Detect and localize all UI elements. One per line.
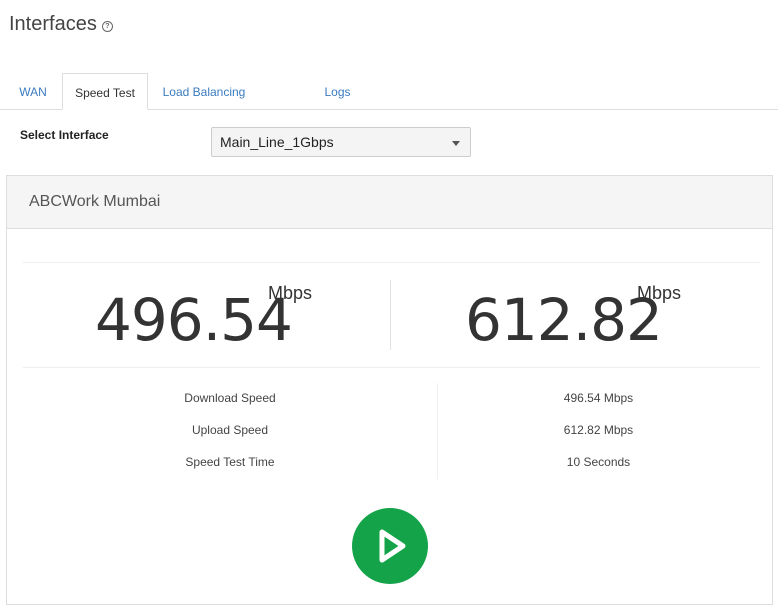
download-speed-display: 496.54 Mbps xyxy=(23,263,390,367)
table-row: Upload Speed 612.82 Mbps xyxy=(23,415,760,447)
tab-load-balancing[interactable]: Load Balancing xyxy=(152,73,256,109)
start-speed-test-button[interactable] xyxy=(352,508,428,584)
page-header: Interfaces ? xyxy=(9,13,113,36)
tab-bar: WAN Speed Test Load Balancing Logs xyxy=(0,73,778,110)
speed-summary: 496.54 Mbps 612.82 Mbps xyxy=(23,262,760,368)
download-speed-unit: Mbps xyxy=(268,283,313,303)
download-speed-value: 496.54 xyxy=(95,286,293,354)
select-interface-label: Select Interface xyxy=(20,128,109,142)
stat-label: Download Speed xyxy=(184,391,276,405)
upload-speed-value: 612.82 xyxy=(465,286,663,354)
speed-test-panel: ABCWork Mumbai 496.54 Mbps 612.82 Mbps D… xyxy=(6,175,773,605)
tab-wan[interactable]: WAN xyxy=(8,73,58,109)
stat-value: 612.82 Mbps xyxy=(563,423,634,437)
panel-title: ABCWork Mumbai xyxy=(7,176,772,229)
tab-speed-test[interactable]: Speed Test xyxy=(62,73,148,110)
page-title: Interfaces xyxy=(9,13,97,35)
upload-speed-display: 612.82 Mbps xyxy=(391,263,760,367)
tab-logs[interactable]: Logs xyxy=(310,73,365,109)
caret-down-icon xyxy=(452,141,460,146)
interface-select[interactable]: Main_Line_1Gbps xyxy=(211,127,471,157)
question-circle-icon[interactable]: ? xyxy=(101,20,113,32)
table-row: Speed Test Time 10 Seconds xyxy=(23,447,760,479)
stat-value: 10 Seconds xyxy=(566,455,631,469)
stat-label: Upload Speed xyxy=(191,423,269,437)
upload-speed-unit: Mbps xyxy=(637,283,682,303)
stat-value: 496.54 Mbps xyxy=(563,391,634,405)
stats-table: Download Speed 496.54 Mbps Upload Speed … xyxy=(23,383,760,479)
table-row: Download Speed 496.54 Mbps xyxy=(23,383,760,415)
play-icon xyxy=(379,529,406,563)
interface-select-value: Main_Line_1Gbps xyxy=(220,134,334,150)
stat-label: Speed Test Time xyxy=(185,455,275,469)
